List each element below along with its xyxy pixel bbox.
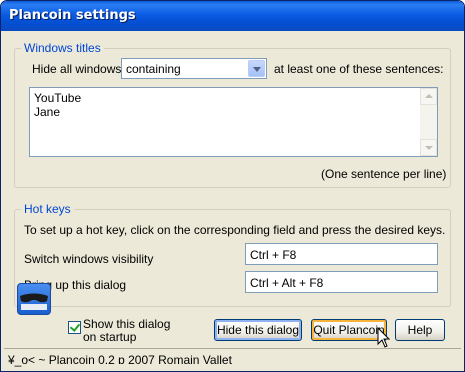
client-area: Windows titles Hide all windows containi…: [4, 31, 461, 370]
hot-keys-instructions: To set up a hot key, click on the corres…: [24, 223, 446, 237]
one-sentence-hint: (One sentence per line): [321, 167, 447, 181]
show-on-startup-label-line2: on startup: [83, 330, 137, 344]
bring-up-dialog-hotkey-field[interactable]: Ctrl + Alt + F8: [245, 271, 438, 293]
match-mode-value: containing: [126, 62, 181, 76]
sentence-line: YouTube: [34, 91, 82, 105]
windows-titles-legend: Windows titles: [21, 41, 104, 55]
window-title: Plancoin settings: [9, 8, 136, 23]
show-on-startup-checkbox[interactable]: [68, 321, 81, 334]
title-bar[interactable]: Plancoin settings: [1, 1, 464, 31]
switch-visibility-hotkey-field[interactable]: Ctrl + F8: [245, 243, 438, 265]
switch-visibility-label: Switch windows visibility: [24, 252, 154, 266]
hot-keys-legend: Hot keys: [21, 202, 74, 216]
settings-window: Plancoin settings Windows titles Hide al…: [0, 0, 465, 372]
help-button[interactable]: Help: [395, 319, 445, 341]
mouse-pointer-icon: [377, 327, 391, 348]
switch-visibility-hotkey-value: Ctrl + F8: [250, 248, 297, 262]
sentences-text: YouTube Jane: [34, 91, 81, 119]
status-text: ¥_o< ~ Plancoin 0.2 ɒ 2007 Romain Vallet: [8, 353, 232, 367]
hide-dialog-button[interactable]: Hide this dialog: [214, 319, 302, 341]
chevron-down-icon[interactable]: [248, 60, 265, 77]
sentences-textarea[interactable]: YouTube Jane: [29, 87, 438, 157]
status-bar: ¥_o< ~ Plancoin 0.2 ɒ 2007 Romain Vallet: [4, 348, 461, 371]
sentence-line: Jane: [34, 105, 61, 119]
sentences-scrollbar[interactable]: [420, 88, 437, 156]
sunglasses-logo-icon: [17, 283, 51, 315]
bring-up-dialog-hotkey-value: Ctrl + Alt + F8: [250, 276, 324, 290]
sentences-suffix-label: at least one of these sentences:: [274, 62, 444, 76]
scroll-up-icon[interactable]: [420, 88, 437, 105]
quit-plancoin-button[interactable]: Quit Plancoin: [311, 319, 387, 341]
hide-all-windows-label: Hide all windows: [32, 62, 122, 76]
scroll-down-icon[interactable]: [420, 139, 437, 156]
match-mode-dropdown[interactable]: containing: [121, 58, 267, 79]
show-on-startup-label-line1: Show this dialog: [83, 317, 171, 331]
